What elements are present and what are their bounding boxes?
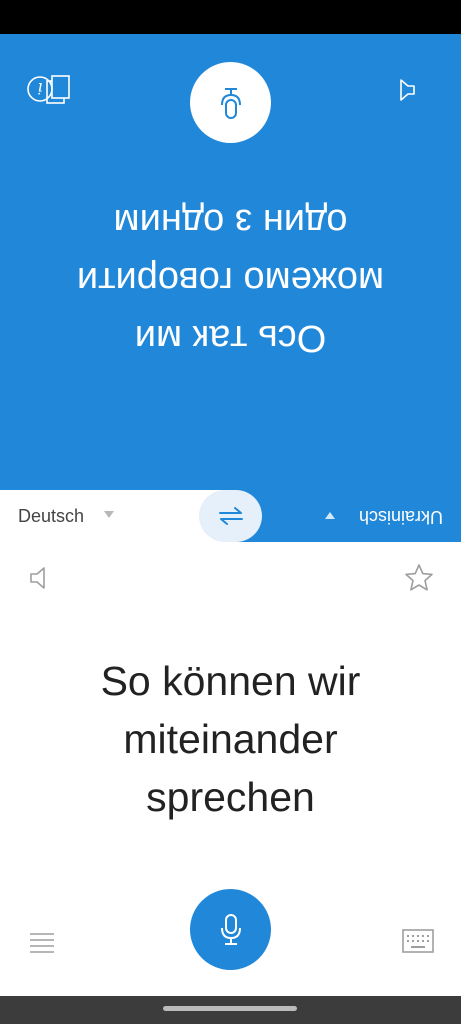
swap-languages-button[interactable] — [199, 490, 262, 542]
target-language-label: Ukrainisch — [358, 507, 443, 527]
home-gesture-handle[interactable] — [163, 1006, 297, 1011]
user-text-line: So können wir — [100, 658, 361, 704]
partner-info-button[interactable]: i — [25, 74, 55, 104]
svg-text:i: i — [37, 79, 42, 98]
partner-speaker-button[interactable] — [383, 70, 423, 110]
microphone-icon — [220, 913, 241, 945]
user-speaker-button[interactable] — [24, 560, 60, 596]
source-language-selector[interactable]: Deutsch — [0, 490, 230, 542]
info-icon: i — [27, 76, 53, 102]
navigation-bar — [0, 996, 461, 1024]
target-language-selector[interactable]: Ukrainisch — [230, 490, 461, 542]
user-mic-button[interactable] — [190, 889, 271, 970]
user-text-line: miteinander — [123, 716, 338, 762]
menu-button[interactable] — [26, 926, 58, 958]
partner-text-line: можемо говорити — [76, 259, 385, 301]
source-language-label: Deutsch — [18, 506, 85, 526]
partner-translation-text: Ось так ми можемо говорити один з одним — [20, 193, 441, 367]
speaker-icon — [30, 567, 45, 589]
favorite-button[interactable] — [401, 560, 437, 596]
menu-icon — [30, 933, 54, 953]
language-bar: Deutsch Ukrainisch — [0, 490, 461, 542]
partner-text-line: один з одним — [113, 201, 348, 243]
partner-text-line: Ось так ми — [134, 317, 327, 359]
chevron-up-icon — [325, 512, 335, 519]
keyboard-button[interactable] — [400, 924, 436, 958]
swap-arrows-icon — [218, 507, 243, 525]
chevron-down-icon — [104, 511, 114, 518]
user-text-line: sprechen — [146, 774, 315, 820]
user-translation-text: So können wir miteinander sprechen — [10, 652, 451, 826]
microphone-icon — [220, 87, 241, 119]
status-bar — [0, 0, 461, 34]
partner-mic-button[interactable] — [190, 62, 271, 143]
keyboard-icon — [402, 929, 434, 953]
speaker-icon — [400, 79, 415, 101]
star-icon — [405, 564, 433, 591]
